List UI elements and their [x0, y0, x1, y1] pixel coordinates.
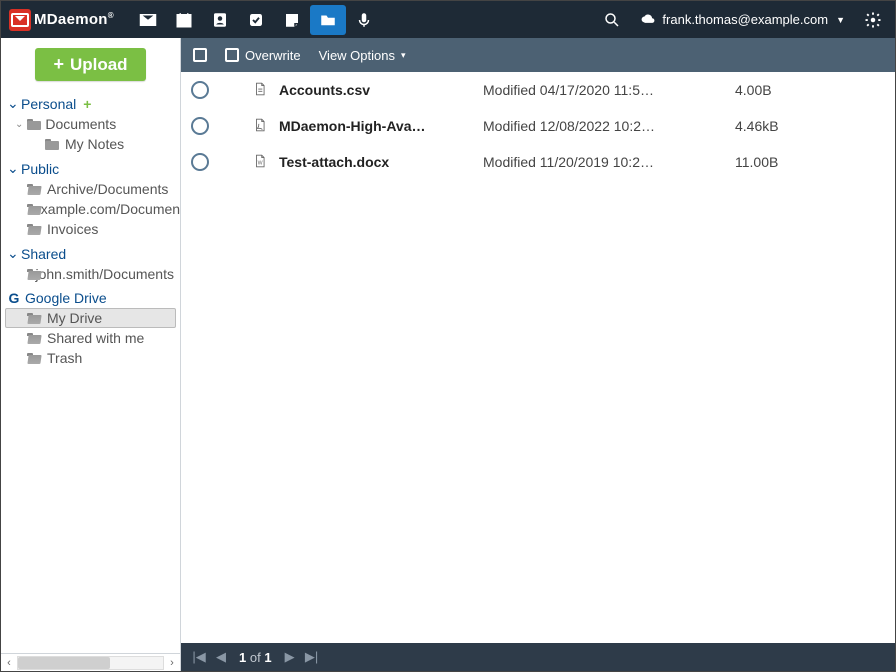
section-google-drive[interactable]: G Google Drive	[1, 288, 180, 308]
file-size: 4.00B	[735, 82, 815, 98]
upload-label: Upload	[70, 55, 128, 75]
files-icon[interactable]	[310, 5, 346, 35]
folder-open-icon	[27, 269, 29, 280]
brand-text: MDaemon®	[34, 11, 114, 28]
tree-item[interactable]: Archive/Documents	[1, 179, 180, 199]
overwrite-toggle[interactable]: Overwrite	[225, 48, 301, 63]
plus-icon: +	[53, 54, 64, 75]
contacts-icon[interactable]	[202, 5, 238, 35]
file-pdf-icon	[253, 117, 269, 136]
upload-wrap: + Upload	[1, 38, 180, 89]
voice-icon[interactable]	[346, 5, 382, 35]
file-name: MDaemon-High-Ava…	[279, 118, 459, 134]
select-all-checkbox[interactable]	[193, 48, 207, 62]
main-area: + Upload ⌄ Personal + ⌄ Documents My Not…	[1, 38, 895, 671]
tree-item[interactable]: Invoices	[1, 219, 180, 239]
chevron-down-icon: ⌄	[7, 95, 17, 112]
caret-down-icon: ▾	[401, 50, 406, 61]
user-email: frank.thomas@example.com	[662, 12, 828, 27]
last-page-icon[interactable]: ▶|	[304, 649, 320, 665]
folder-tree: ⌄ Personal + ⌄ Documents My Notes ⌄ Pub	[1, 89, 180, 653]
file-row[interactable]: Accounts.csv Modified 04/17/2020 11:5… 4…	[181, 72, 895, 108]
file-name: Accounts.csv	[279, 82, 459, 98]
file-name: Test-attach.docx	[279, 154, 459, 170]
cloud-mail-icon	[640, 13, 656, 27]
file-toolbar: Overwrite View Options ▾	[181, 38, 895, 72]
scrollbar-thumb[interactable]	[18, 657, 110, 669]
brand-icon	[9, 9, 31, 31]
top-nav: MDaemon® frank.thomas@example.com ▼	[1, 1, 895, 38]
search-icon[interactable]	[596, 5, 628, 35]
sidebar-horizontal-scrollbar[interactable]: ‹ ›	[1, 653, 180, 671]
add-folder-icon[interactable]: +	[83, 96, 91, 112]
sidebar: + Upload ⌄ Personal + ⌄ Documents My Not…	[1, 38, 181, 671]
brand-logo[interactable]: MDaemon®	[9, 9, 114, 31]
folder-open-icon	[27, 333, 41, 344]
tree-item[interactable]: Shared with me	[1, 328, 180, 348]
file-grid: Accounts.csv Modified 04/17/2020 11:5… 4…	[181, 72, 895, 643]
file-generic-icon	[253, 81, 269, 100]
tree-item[interactable]: Trash	[1, 348, 180, 368]
file-modified: Modified 12/08/2022 10:2…	[483, 118, 703, 134]
file-modified: Modified 04/17/2020 11:5…	[483, 82, 703, 98]
section-personal[interactable]: ⌄ Personal +	[1, 93, 180, 114]
folder-open-icon	[27, 224, 41, 235]
nav-icons	[130, 5, 382, 35]
tree-item-documents[interactable]: ⌄ Documents	[1, 114, 180, 134]
file-row[interactable]: W Test-attach.docx Modified 11/20/2019 1…	[181, 144, 895, 180]
prev-page-icon[interactable]: ◀	[213, 649, 229, 665]
file-size: 11.00B	[735, 154, 815, 170]
row-select-circle[interactable]	[191, 81, 209, 99]
folder-open-icon	[27, 184, 41, 195]
file-word-icon: W	[253, 153, 269, 172]
checkbox-icon	[225, 48, 239, 62]
tasks-icon[interactable]	[238, 5, 274, 35]
tree-item[interactable]: example.com/Documents	[1, 199, 180, 219]
upload-button[interactable]: + Upload	[35, 48, 145, 81]
scroll-right-icon[interactable]: ›	[164, 657, 180, 669]
tree-item-my-notes[interactable]: My Notes	[1, 134, 180, 154]
file-size: 4.46kB	[735, 118, 815, 134]
notes-icon[interactable]	[274, 5, 310, 35]
scrollbar-track[interactable]	[17, 656, 164, 670]
first-page-icon[interactable]: |◀	[191, 649, 207, 665]
content-pane: Overwrite View Options ▾ Accounts.csv Mo…	[181, 38, 895, 671]
section-shared[interactable]: ⌄ Shared	[1, 243, 180, 264]
chevron-down-icon: ⌄	[7, 245, 17, 262]
scroll-left-icon[interactable]: ‹	[1, 657, 17, 669]
caret-down-icon: ▼	[836, 15, 845, 25]
view-options-menu[interactable]: View Options ▾	[319, 48, 406, 63]
chevron-down-icon: ⌄	[7, 160, 17, 177]
row-select-circle[interactable]	[191, 117, 209, 135]
folder-icon	[27, 119, 41, 130]
calendar-icon[interactable]	[166, 5, 202, 35]
row-select-circle[interactable]	[191, 153, 209, 171]
folder-icon	[45, 139, 59, 150]
file-modified: Modified 11/20/2019 10:2…	[483, 154, 703, 170]
tree-item[interactable]: john.smith/Documents	[1, 264, 180, 284]
next-page-icon[interactable]: ▶	[282, 649, 298, 665]
user-menu[interactable]: frank.thomas@example.com ▼	[640, 12, 845, 27]
svg-text:W: W	[258, 160, 263, 166]
file-row[interactable]: MDaemon-High-Ava… Modified 12/08/2022 10…	[181, 108, 895, 144]
folder-open-icon	[27, 313, 41, 324]
page-count: 1 of 1	[239, 650, 272, 665]
settings-icon[interactable]	[859, 5, 887, 35]
chevron-down-icon: ⌄	[15, 119, 23, 130]
pager-bar: |◀ ◀ 1 of 1 ▶ ▶|	[181, 643, 895, 671]
tree-item-my-drive[interactable]: My Drive	[5, 308, 176, 328]
section-public[interactable]: ⌄ Public	[1, 158, 180, 179]
folder-open-icon	[27, 353, 41, 364]
google-drive-icon: G	[7, 290, 21, 306]
mail-icon[interactable]	[130, 5, 166, 35]
